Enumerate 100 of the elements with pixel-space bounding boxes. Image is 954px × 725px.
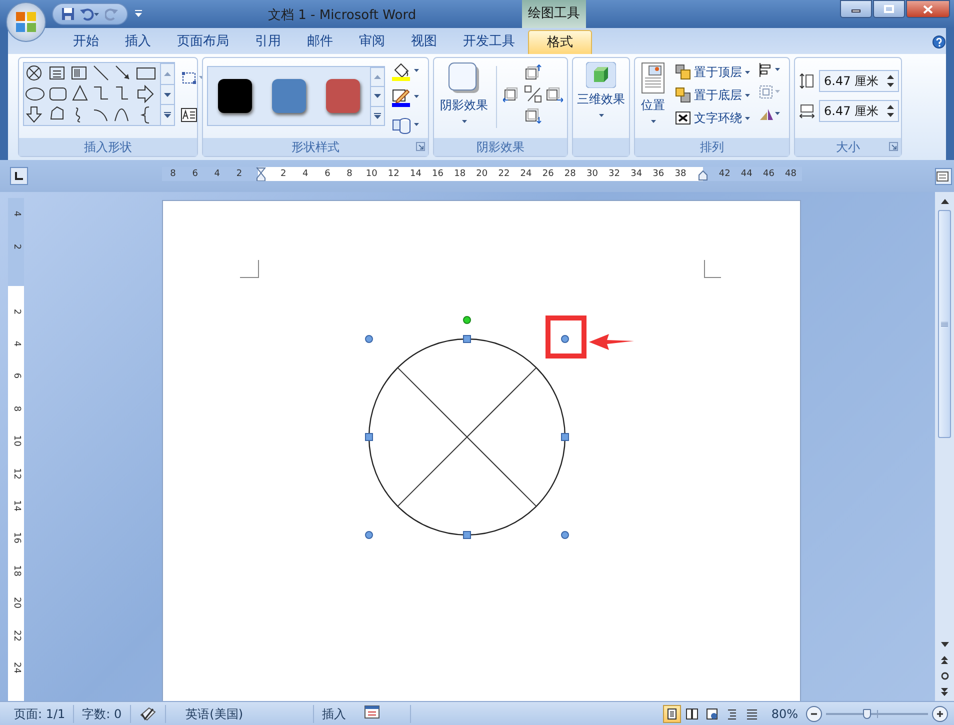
shape-width-icon: [799, 103, 815, 119]
ruler-number: 22: [498, 169, 510, 179]
web-layout-icon: [706, 708, 718, 720]
nudge-shadow-down-icon[interactable]: [524, 106, 542, 124]
ruler-number: 48: [785, 169, 796, 179]
ruler-number: 18: [454, 169, 466, 179]
cube-icon: [586, 62, 616, 88]
dialog-launcher-icon[interactable]: [889, 142, 898, 151]
caret-icon: [598, 114, 604, 117]
ruler-number: 44: [740, 169, 752, 179]
align-icon[interactable]: [758, 62, 782, 78]
close-icon: [923, 4, 933, 14]
circle-with-cross-shape[interactable]: [368, 338, 566, 536]
ruler-number: 14: [410, 169, 422, 179]
arrange-button[interactable]: 文字环绕: [673, 108, 752, 128]
scroll-down-arrow-icon: [940, 642, 948, 646]
scrollbar-thumb[interactable]: [938, 210, 951, 438]
edit-shape-icon[interactable]: [181, 70, 205, 86]
print-layout-icon: [666, 708, 678, 720]
pencil-outline-icon[interactable]: [391, 88, 421, 108]
ruler-number: 26: [542, 169, 554, 179]
group-objects-icon[interactable]: [758, 84, 782, 100]
caret-icon: [462, 120, 466, 123]
language-status[interactable]: 英语(美国): [166, 704, 314, 722]
maximize-button[interactable]: [873, 0, 905, 18]
ribbon-tab[interactable]: 插入: [112, 30, 164, 54]
text-box-icon[interactable]: [181, 108, 197, 122]
context-tab-label: 绘图工具: [522, 0, 586, 28]
side-resize-handle[interactable]: [561, 433, 569, 441]
zoom-out-button[interactable]: [806, 706, 822, 722]
help-icon[interactable]: [932, 35, 946, 49]
ribbon-tab[interactable]: 审阅: [346, 30, 398, 54]
caret-icon: [745, 94, 750, 96]
style-swatch[interactable]: [218, 79, 252, 113]
side-resize-handle[interactable]: [463, 531, 471, 539]
zoom-in-button[interactable]: [932, 706, 948, 722]
ribbon-tab[interactable]: 开始: [60, 30, 112, 54]
shape-height-icon: [799, 73, 815, 89]
shadow-toggle-icon[interactable]: [524, 85, 542, 103]
macro-record-icon[interactable]: [364, 704, 380, 718]
word-count[interactable]: 字数: 0: [74, 704, 131, 722]
insert-mode-status[interactable]: 插入: [322, 704, 346, 722]
ribbon-tab[interactable]: 引用: [242, 30, 294, 54]
resize-handle[interactable]: [561, 531, 569, 539]
shadow-effect-icon: [448, 62, 480, 94]
dialog-launcher-icon[interactable]: [416, 142, 425, 151]
pointer-arrow: [589, 334, 634, 350]
resize-handle[interactable]: [365, 531, 373, 539]
margin-corner-mark: [704, 260, 722, 278]
resize-handle[interactable]: [561, 335, 569, 343]
shadow-effects-button[interactable]: 阴影效果: [438, 62, 490, 123]
scroll-down-icon[interactable]: [374, 93, 381, 100]
ruler-number: 2: [10, 308, 23, 314]
fill-bucket-icon[interactable]: [391, 62, 421, 82]
ribbon-tab[interactable]: 邮件: [294, 30, 346, 54]
bring-to-front-icon: [675, 64, 691, 80]
style-swatch[interactable]: [326, 79, 360, 113]
side-resize-handle[interactable]: [463, 335, 471, 343]
expand-gallery-icon[interactable]: [164, 112, 171, 118]
scroll-down-icon[interactable]: [164, 92, 171, 98]
customize-caret-icon[interactable]: [134, 9, 144, 19]
page-count[interactable]: 页面: 1/1: [0, 704, 74, 722]
3d-effects-button[interactable]: 三维效果: [575, 62, 627, 117]
scroll-up-arrow-icon: [940, 198, 948, 204]
minimize-button[interactable]: [840, 0, 872, 18]
resize-handle[interactable]: [365, 335, 373, 343]
ruler-number: 4: [10, 211, 23, 218]
side-resize-handle[interactable]: [365, 433, 373, 441]
position-button[interactable]: 位置: [639, 62, 667, 123]
expand-gallery-icon[interactable]: [374, 112, 381, 119]
ruler-number: 42: [718, 169, 730, 179]
office-button[interactable]: [6, 2, 46, 42]
maximize-icon: [884, 5, 894, 13]
indent-marker-icon[interactable]: [256, 167, 266, 181]
ribbon-tab[interactable]: 格式: [528, 30, 592, 54]
zoom-level[interactable]: 80%: [771, 704, 798, 722]
ribbon-tab[interactable]: 页面布局: [164, 30, 242, 54]
ribbon-tab[interactable]: 开发工具: [450, 30, 528, 54]
nudge-shadow-up-icon[interactable]: [524, 64, 542, 82]
arrange-button[interactable]: 置于顶层: [673, 62, 752, 82]
ruler-number: 36: [652, 169, 664, 179]
tab-selector-button[interactable]: [10, 167, 28, 185]
view-button[interactable]: [663, 704, 682, 722]
nudge-shadow-right-icon[interactable]: [545, 85, 563, 103]
save-icon[interactable]: [61, 7, 75, 21]
style-swatch[interactable]: [272, 79, 306, 113]
caret-icon: [745, 116, 750, 120]
close-button[interactable]: [906, 0, 950, 18]
ruler-number: 2: [280, 169, 286, 179]
plus-icon: [936, 710, 944, 718]
ruler-number: 10: [10, 435, 23, 447]
view-ruler-button[interactable]: [935, 168, 952, 184]
zoom-slider-track[interactable]: [826, 708, 928, 718]
ribbon-tab[interactable]: 视图: [398, 30, 450, 54]
undo-icon[interactable]: [79, 7, 101, 21]
ruler-number: 12: [388, 169, 400, 179]
zoom-slider-thumb[interactable]: [862, 708, 871, 718]
rotation-handle[interactable]: [463, 316, 471, 324]
ruler-number: 6: [10, 373, 23, 379]
arrange-button[interactable]: 置于底层: [673, 85, 752, 105]
